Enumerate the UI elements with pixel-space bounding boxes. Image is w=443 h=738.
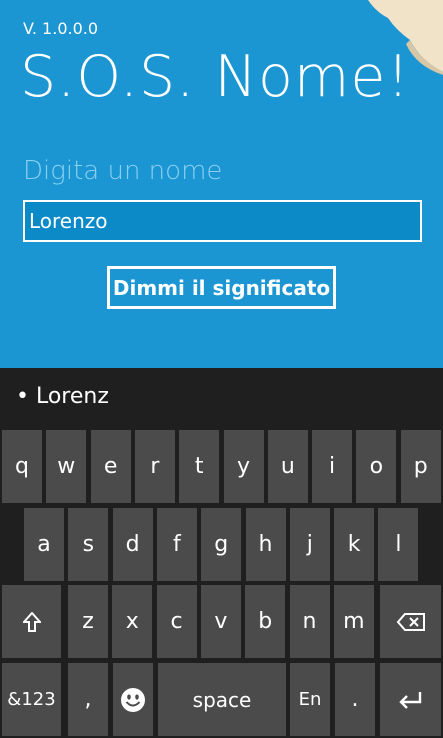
key-g[interactable]: g [201, 508, 242, 581]
key-x[interactable]: x [112, 585, 153, 658]
key-l[interactable]: l [378, 508, 419, 581]
key-d[interactable]: d [112, 508, 153, 581]
key-t[interactable]: t [179, 430, 220, 503]
onscreen-keyboard: • Lorenz qwertyuiop asdfghjkl zxcvbnm &1… [0, 368, 443, 738]
word-suggestion[interactable]: • Lorenz [16, 384, 109, 409]
key-z[interactable]: z [68, 585, 108, 658]
emoji-smiley-icon [121, 687, 145, 712]
shift-key[interactable] [2, 585, 61, 658]
key-c[interactable]: c [156, 585, 197, 658]
comma-key[interactable]: , [68, 663, 108, 736]
enter-icon [398, 691, 421, 709]
key-r[interactable]: r [134, 430, 175, 503]
key-w[interactable]: w [46, 430, 87, 503]
key-y[interactable]: y [223, 430, 264, 503]
key-m[interactable]: m [333, 585, 374, 658]
name-prompt-label: Digita un nome [23, 156, 223, 186]
key-a[interactable]: a [24, 508, 64, 581]
backspace-icon [396, 612, 425, 631]
enter-key[interactable] [380, 663, 441, 736]
space-key[interactable]: space [158, 663, 286, 736]
suggestion-bar: • Lorenz [0, 368, 443, 430]
page-title: S.O.S. Nome! [20, 44, 411, 110]
key-u[interactable]: u [267, 430, 308, 503]
app-version: V. 1.0.0.0 [23, 19, 99, 38]
backspace-key[interactable] [380, 585, 441, 658]
key-b[interactable]: b [245, 585, 286, 658]
emoji-key[interactable] [113, 663, 153, 736]
key-o[interactable]: o [356, 430, 397, 503]
name-input[interactable] [23, 200, 422, 242]
key-i[interactable]: i [312, 430, 353, 503]
numbers-key[interactable]: &123 [2, 663, 61, 736]
language-key[interactable]: En [290, 663, 330, 736]
app-screen: V. 1.0.0.0 S.O.S. Nome! Digita un nome D… [0, 0, 443, 368]
key-q[interactable]: q [2, 430, 42, 503]
key-p[interactable]: p [400, 430, 441, 503]
key-n[interactable]: n [289, 585, 330, 658]
key-j[interactable]: j [289, 508, 330, 581]
key-k[interactable]: k [334, 508, 375, 581]
key-v[interactable]: v [200, 585, 241, 658]
key-h[interactable]: h [245, 508, 286, 581]
key-e[interactable]: e [90, 430, 131, 503]
period-key[interactable]: . [335, 663, 375, 736]
key-s[interactable]: s [68, 508, 109, 581]
key-f[interactable]: f [156, 508, 197, 581]
shift-arrow-icon [22, 611, 41, 632]
get-meaning-button[interactable]: Dimmi il significato [107, 266, 336, 309]
